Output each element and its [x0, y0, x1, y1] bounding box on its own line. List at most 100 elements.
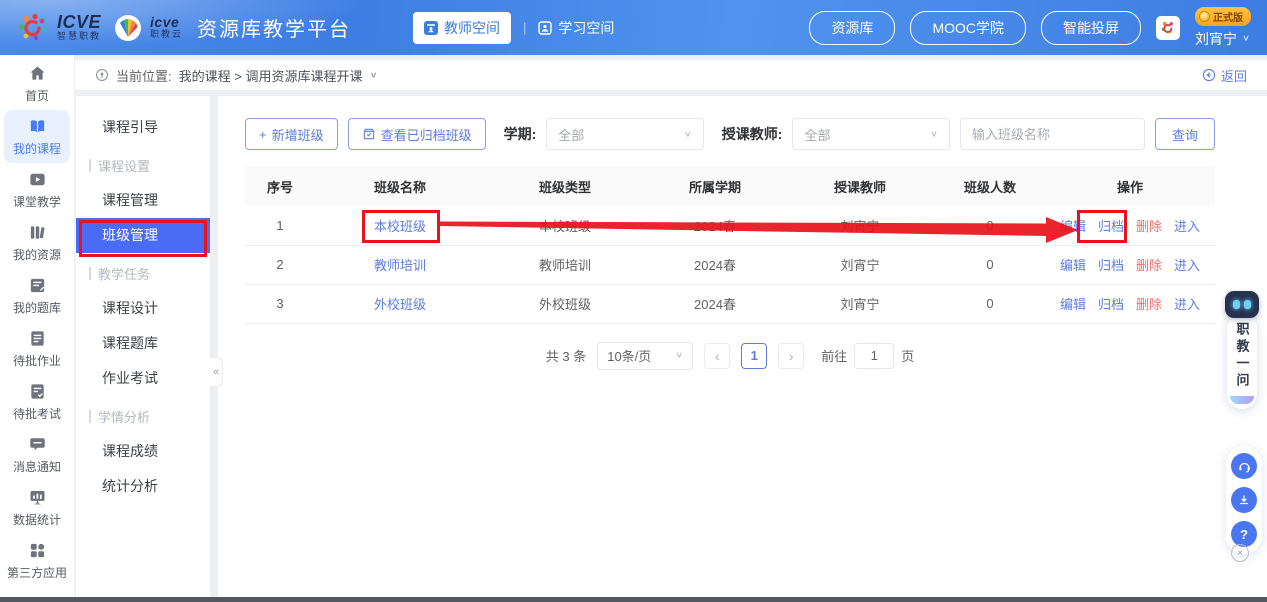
page-size-caret-icon: ∨: [675, 350, 684, 360]
message-bubble-icon: [29, 437, 45, 450]
sidebar-item-my-courses[interactable]: 我的课程: [4, 110, 70, 163]
header-right: 资源库 MOOC学院 智能投屏 正式版 刘宵宁 ∨: [809, 6, 1251, 49]
username: 刘宵宁: [1195, 30, 1237, 47]
download-button[interactable]: [1231, 487, 1257, 513]
mooc-academy-button[interactable]: MOOC学院: [910, 10, 1026, 45]
enter-action[interactable]: 进入: [1174, 258, 1200, 273]
exam-doc-icon: [30, 383, 44, 399]
shell-logo-icon: [115, 14, 142, 41]
view-archived-button[interactable]: 查看已归档班级: [347, 118, 486, 150]
ai-assistant-widget[interactable]: 职教一问: [1224, 291, 1260, 409]
submenu-section-learning-analysis: 学情分析: [76, 399, 210, 434]
term-select[interactable]: 全部 ∨: [546, 118, 704, 150]
sidebar-item-pending-homework[interactable]: 待批作业: [0, 322, 74, 375]
assistant-pill: 职教一问: [1227, 313, 1257, 409]
brand2-name: icve: [150, 14, 180, 31]
next-page-button[interactable]: ›: [778, 342, 805, 369]
page: ICVE 智慧职教 icve 职教云 资源库教学平台 教师空间 | 学习空间 资…: [0, 0, 1267, 602]
open-book-icon: [30, 119, 44, 132]
teacher-select[interactable]: 全部 ∨: [792, 118, 950, 150]
chevron-left-icon: ‹: [714, 347, 720, 364]
sidebar-item-classroom-teaching[interactable]: 课堂教学: [0, 163, 74, 216]
window-bottom-edge: [0, 597, 1267, 602]
archive-box-icon: [363, 128, 374, 140]
breadcrumb-caret-icon[interactable]: ∨: [369, 71, 377, 79]
table-row: 2 教师培训 教师培训 2024春 刘宵宁 0 编辑 归档 删除 进入: [245, 245, 1215, 285]
plus-icon: +: [259, 126, 267, 142]
edit-action[interactable]: 编辑: [1060, 219, 1086, 234]
submenu-item-course-management[interactable]: 课程管理: [76, 183, 210, 218]
user-menu[interactable]: 刘宵宁 ∨: [1195, 29, 1250, 49]
sidebar-item-pending-exams[interactable]: 待批考试: [0, 375, 74, 428]
class-name-link[interactable]: 外校班级: [374, 297, 426, 312]
archive-action[interactable]: 归档: [1098, 258, 1124, 273]
sidebar-item-third-party-apps[interactable]: 第三方应用: [0, 534, 74, 587]
icve-app-icon[interactable]: [1156, 15, 1180, 40]
search-button[interactable]: 查询: [1154, 118, 1215, 150]
submenu-item-course-question-bank[interactable]: 课程题库: [76, 326, 210, 361]
class-name-link[interactable]: 教师培训: [374, 258, 426, 273]
submenu-section-course-settings: 课程设置: [76, 148, 210, 183]
prev-page-button[interactable]: ‹: [704, 342, 731, 369]
medal-icon: [1199, 10, 1210, 22]
class-name-search-input[interactable]: [959, 118, 1145, 150]
submenu-section-teaching-tasks: 教学任务: [76, 256, 210, 291]
page-size-select[interactable]: 10条/页 ∨: [597, 341, 694, 370]
teacher-space-icon: [424, 20, 439, 35]
customer-service-button[interactable]: [1231, 453, 1257, 479]
course-submenu: 课程引导 课程设置 课程管理 班级管理 教学任务 课程设计 课程题库 作业考试 …: [75, 96, 210, 597]
help-button[interactable]: ?: [1231, 521, 1257, 547]
archive-action[interactable]: 归档: [1098, 219, 1124, 234]
sidebar-item-my-resources[interactable]: 我的资源: [0, 216, 74, 269]
submenu-collapse-handle[interactable]: «: [210, 357, 223, 387]
back-button[interactable]: 返回: [1202, 66, 1247, 85]
toolbar: + 新增班级 查看已归档班级 学期: 全部 ∨ 授课教师: 全部 ∨ 输入班级名…: [245, 118, 1215, 150]
collapse-icon: «: [212, 366, 220, 378]
student-space-tab[interactable]: 学习空间: [538, 18, 614, 38]
question-bank-icon: [30, 278, 44, 292]
submenu-item-statistical-analysis[interactable]: 统计分析: [76, 469, 210, 504]
submenu-item-course-guide[interactable]: 课程引导: [76, 110, 210, 145]
submenu-item-class-management[interactable]: 班级管理: [76, 218, 210, 253]
sidebar-item-home[interactable]: 首页: [0, 57, 74, 110]
class-name-link[interactable]: 本校班级: [374, 219, 426, 234]
version-badge: 正式版: [1195, 6, 1251, 26]
delete-action[interactable]: 删除: [1136, 297, 1162, 312]
location-icon: [96, 69, 108, 81]
teacher-space-tab[interactable]: 教师空间: [413, 11, 512, 44]
smart-casting-button[interactable]: 智能投屏: [1041, 10, 1141, 45]
wave-decoration: [1230, 396, 1254, 404]
submenu-item-homework-exams[interactable]: 作业考试: [76, 361, 210, 396]
enter-action[interactable]: 进入: [1174, 297, 1200, 312]
icve-mini-swirl-icon: [1161, 21, 1173, 34]
sidebar-item-my-question-bank[interactable]: 我的题库: [0, 269, 74, 322]
col-header-teacher: 授课教师: [785, 166, 935, 206]
breadcrumb-path[interactable]: 我的课程 > 调用资源库课程开课: [179, 66, 363, 85]
widget-close-button[interactable]: ×: [1231, 544, 1249, 562]
sidebar-item-messages[interactable]: 消息通知: [0, 428, 74, 481]
top-header: ICVE 智慧职教 icve 职教云 资源库教学平台 教师空间 | 学习空间 资…: [0, 0, 1267, 55]
submenu-item-course-grades[interactable]: 课程成绩: [76, 434, 210, 469]
edit-action[interactable]: 编辑: [1060, 297, 1086, 312]
resource-library-button[interactable]: 资源库: [809, 10, 896, 45]
student-space-label: 学习空间: [558, 19, 615, 36]
enter-action[interactable]: 进入: [1174, 219, 1200, 234]
video-play-icon: [29, 173, 45, 185]
col-header-actions: 操作: [1045, 166, 1215, 206]
sidebar-item-data-statistics[interactable]: 数据统计: [0, 481, 74, 534]
submenu-item-course-design[interactable]: 课程设计: [76, 291, 210, 326]
table-row: 1 本校班级 本校班级 2024春 刘宵宁 0 编辑 归档 删除 进入: [245, 206, 1215, 246]
brand1-sub: 智慧职教: [57, 31, 102, 42]
page-number-button[interactable]: 1: [741, 342, 768, 369]
home-icon: [29, 65, 45, 80]
robot-icon: [1225, 291, 1259, 318]
delete-action[interactable]: 删除: [1136, 258, 1162, 273]
headset-icon: [1238, 462, 1250, 472]
breadcrumb-bar: 当前位置: 我的课程 > 调用资源库课程开课 ∨ 返回: [75, 60, 1267, 90]
goto-page-input[interactable]: [854, 342, 895, 369]
col-header-term: 所属学期: [645, 166, 785, 206]
delete-action[interactable]: 删除: [1136, 219, 1162, 234]
archive-action[interactable]: 归档: [1098, 297, 1124, 312]
add-class-button[interactable]: + 新增班级: [245, 118, 338, 150]
edit-action[interactable]: 编辑: [1060, 258, 1086, 273]
